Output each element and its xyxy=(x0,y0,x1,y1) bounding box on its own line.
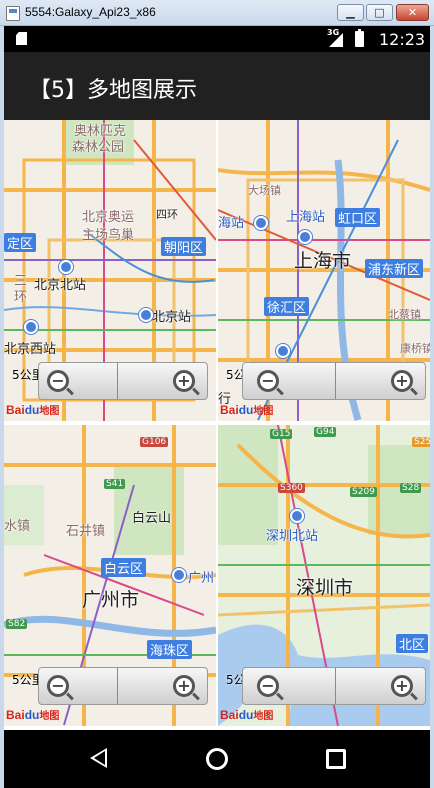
baidu-logo: Baidu地图 xyxy=(220,708,274,722)
map-label: 水镇 xyxy=(4,519,31,534)
battery-icon xyxy=(355,29,364,47)
zoom-out-icon[interactable]: − xyxy=(257,370,279,392)
window-frame-right xyxy=(430,26,434,788)
map-label: 四环 xyxy=(156,208,178,221)
navigation-bar xyxy=(4,730,430,788)
map-label: 深圳市 xyxy=(296,577,354,599)
map-label: 大场镇 xyxy=(248,184,281,197)
map-label: 北京北站 xyxy=(34,278,87,293)
highway-shield: S360 xyxy=(278,483,305,493)
station-pin-icon xyxy=(290,509,304,523)
zoom-out-icon[interactable]: − xyxy=(47,370,69,392)
map-view-beijing[interactable]: 奥林匹克 森林公园 北京奥运 主场鸟巢 四环 朝阳区 定区 北京北站 三 环 北… xyxy=(4,120,216,421)
map-view-shanghai[interactable]: 大场镇 上海站 虹口区 海站 上海市 浦东新区 北蔡镇 徐汇区 康桥镇 行 5公… xyxy=(218,120,430,421)
zoom-out-icon[interactable]: − xyxy=(47,675,69,697)
map-label: 北区 xyxy=(396,634,429,653)
station-pin-icon xyxy=(172,568,186,582)
map-label: 广州市 xyxy=(82,589,140,611)
highway-shield: S209 xyxy=(350,487,377,497)
maximize-button[interactable]: □ xyxy=(366,4,393,21)
map-label: 森林公园 xyxy=(72,140,125,155)
station-pin-icon xyxy=(139,308,153,322)
minimize-button[interactable]: ▁ xyxy=(337,4,364,21)
highway-shield: S28 xyxy=(400,483,422,493)
map-label: 北京奥运 xyxy=(82,210,135,225)
zoom-divider xyxy=(335,363,336,399)
zoom-controls: − + xyxy=(242,667,426,705)
map-label: 上海站 xyxy=(286,210,326,225)
zoom-in-icon[interactable]: + xyxy=(391,370,413,392)
map-label: 北京站 xyxy=(152,310,192,325)
map-label: 主场鸟巢 xyxy=(82,228,135,243)
highway-shield: G15 xyxy=(270,429,293,439)
zoom-in-icon[interactable]: + xyxy=(173,675,195,697)
emulator-app-icon xyxy=(6,6,20,21)
highway-shield: G94 xyxy=(314,427,337,437)
zoom-out-icon[interactable]: − xyxy=(257,675,279,697)
map-label: 环 xyxy=(14,290,28,305)
station-pin-icon xyxy=(254,216,268,230)
baidu-logo: Baidu地图 xyxy=(6,403,60,417)
station-pin-icon xyxy=(59,260,73,274)
zoom-divider xyxy=(335,668,336,704)
map-label: 海站 xyxy=(218,216,245,231)
zoom-divider xyxy=(117,668,118,704)
close-button[interactable]: ✕ xyxy=(396,4,429,21)
zoom-controls: − + xyxy=(38,667,208,705)
recent-apps-icon[interactable] xyxy=(326,749,346,769)
map-grid: 奥林匹克 森林公园 北京奥运 主场鸟巢 四环 朝阳区 定区 北京北站 三 环 北… xyxy=(4,120,430,730)
map-label: 徐汇区 xyxy=(264,297,310,316)
status-bar: 3G 12:23 xyxy=(4,26,430,52)
sd-card-icon xyxy=(16,32,27,45)
status-clock: 12:23 xyxy=(379,30,426,49)
map-view-shenzhen[interactable]: G15 G94 S25 S360 S209 S28 深圳北站 深圳市 北区 5公… xyxy=(218,425,430,726)
map-label: 白云山 xyxy=(132,511,172,526)
page-title: 【5】多地图展示 xyxy=(29,78,197,103)
baidu-logo: Baidu地图 xyxy=(6,708,60,722)
map-label: 虹口区 xyxy=(335,208,381,227)
map-label: 海珠区 xyxy=(147,640,193,659)
station-pin-icon xyxy=(276,344,290,358)
highway-shield: G106 xyxy=(140,437,169,447)
zoom-controls: − + xyxy=(242,362,426,400)
highway-shield: S82 xyxy=(6,619,28,629)
station-pin-icon xyxy=(24,320,38,334)
map-label: 石井镇 xyxy=(66,524,106,539)
zoom-controls: − + xyxy=(38,362,208,400)
zoom-in-icon[interactable]: + xyxy=(391,675,413,697)
highway-shield: S25 xyxy=(412,437,430,447)
back-icon[interactable] xyxy=(90,748,107,768)
map-label: 广州 xyxy=(188,571,215,586)
map-label: 康桥镇 xyxy=(400,342,430,355)
zoom-in-icon[interactable]: + xyxy=(173,370,195,392)
android-screen: 3G 12:23 【5】多地图展示 奥林匹克 森林公园 北京奥运 主场鸟巢 四环… xyxy=(4,26,430,788)
zoom-divider xyxy=(117,363,118,399)
map-label: 深圳北站 xyxy=(266,529,319,544)
map-view-guangzhou[interactable]: G106 S41 白云山 水镇 石井镇 白云区 广州 广州市 海珠区 S82 5… xyxy=(4,425,216,726)
home-icon[interactable] xyxy=(206,748,228,770)
map-label: 浦东新区 xyxy=(365,259,424,278)
station-pin-icon xyxy=(298,230,312,244)
map-label: 北京西站 xyxy=(4,342,57,357)
map-label: 朝阳区 xyxy=(161,237,207,256)
highway-shield: S41 xyxy=(104,479,126,489)
map-label: 上海市 xyxy=(294,250,352,272)
baidu-logo: Baidu地图 xyxy=(220,403,274,417)
emulator-title-bar: 5554:Galaxy_Api23_x86 ▁ □ ✕ xyxy=(0,0,434,26)
map-label: 定区 xyxy=(4,233,37,252)
map-label: 北蔡镇 xyxy=(388,308,421,321)
network-type: 3G xyxy=(327,28,340,37)
app-bar: 【5】多地图展示 xyxy=(4,52,430,120)
map-label: 白云区 xyxy=(101,558,147,577)
window-title: 5554:Galaxy_Api23_x86 xyxy=(25,5,156,19)
